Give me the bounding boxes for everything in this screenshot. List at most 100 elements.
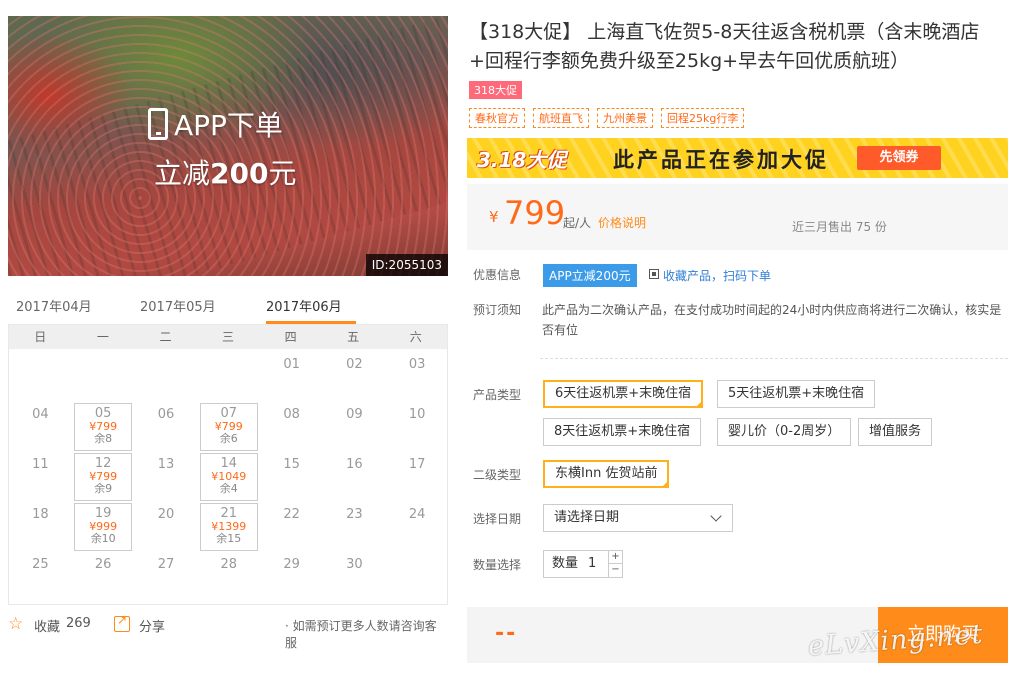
booking-notice: 此产品为二次确认产品，在支付成功时间起的24小时内供应商将进行二次确认，核实是否… <box>542 303 1002 337</box>
tab-month-april[interactable]: 2017年04月 <box>16 296 92 315</box>
calendar-day: 23 <box>325 503 383 551</box>
option-8day[interactable]: 8天往返机票+末晚住宿 <box>543 418 702 446</box>
day-remaining: 余4 <box>219 482 238 495</box>
quantity-stepper[interactable]: 数量 1 + − <box>543 550 623 578</box>
day-remaining: 余9 <box>94 482 113 495</box>
price-calendar: 日 一 二 三 四 五 六 01 02 03 04 05 ¥799 余8 06 07 ¥799 余6… <box>8 324 448 605</box>
option-hotel[interactable]: 东横Inn 佐贺站前 <box>543 460 670 488</box>
total-price: -- <box>495 621 518 646</box>
get-coupon-button[interactable]: 先领券 <box>857 146 941 170</box>
calendar-day: 26 <box>74 553 132 601</box>
sold-count: 近三月售出 75 份 <box>792 220 887 234</box>
day-number: 16 <box>346 457 363 472</box>
calendar-day: 01 <box>263 353 321 401</box>
calendar-day-available[interactable]: 05 ¥799 余8 <box>74 403 133 451</box>
quantity-value[interactable]: 1 <box>588 551 596 577</box>
tab-month-june[interactable]: 2017年06月 <box>266 296 342 315</box>
day-number: 12 <box>94 456 112 471</box>
day-number: 03 <box>408 357 426 372</box>
quantity-label: 数量选择 <box>473 558 522 572</box>
day-number: 29 <box>283 557 300 572</box>
product-tags: 春秋官方 航班直飞 九州美景 回程25kg行李 <box>469 108 745 128</box>
app-discount-banner: APP下单 立减200元 <box>148 104 296 192</box>
day-number: 15 <box>283 457 300 472</box>
day-number: 11 <box>32 457 49 472</box>
calendar-day: 22 <box>263 503 321 551</box>
product-id: ID:2055103 <box>365 254 448 276</box>
calendar-day: 17 <box>388 453 446 501</box>
banner-line1: APP下单 <box>174 109 283 142</box>
day-number: 28 <box>220 557 238 572</box>
weekday-wed: 三 <box>222 330 235 344</box>
day-number: 27 <box>157 557 175 572</box>
day-number: 26 <box>94 557 112 572</box>
option-6day[interactable]: 6天往返机票+末晚住宿 <box>543 380 704 408</box>
calendar-day-available[interactable]: 12 ¥799 余9 <box>74 453 133 501</box>
day-number: 05 <box>94 406 112 421</box>
calendar-grid: 01 02 03 04 05 ¥799 余8 06 07 ¥799 余6 08 09 10 11 12 ¥799… <box>9 349 447 605</box>
favorite-button[interactable]: 收藏 <box>34 616 60 635</box>
calendar-day-available[interactable]: 14 ¥1049 余4 <box>199 453 258 501</box>
quantity-plus-button[interactable]: + <box>608 551 622 564</box>
consult-note: · 如需预订更多人数请咨询客服 <box>285 619 437 650</box>
calendar-day: 09 <box>325 403 383 451</box>
day-remaining: 余10 <box>90 532 116 545</box>
calendar-day: 20 <box>137 503 195 551</box>
day-number: 13 <box>157 457 175 472</box>
calendar-day: 15 <box>263 453 321 501</box>
product-type-label: 产品类型 <box>473 388 522 402</box>
calendar-day: 10 <box>388 403 446 451</box>
day-number: 17 <box>408 457 426 472</box>
calendar-day-available[interactable]: 21 ¥1399 余15 <box>199 503 258 551</box>
quantity-minus-button[interactable]: − <box>608 564 622 577</box>
calendar-day: 29 <box>263 553 321 601</box>
weekday-sun: 日 <box>34 330 47 344</box>
day-number: 25 <box>32 557 49 572</box>
option-5day[interactable]: 5天往返机票+末晚住宿 <box>717 380 876 408</box>
price-value: 799 <box>504 194 566 232</box>
calendar-day: 27 <box>137 553 195 601</box>
phone-icon <box>148 108 168 140</box>
sub-type-label: 二级类型 <box>473 468 522 482</box>
day-number: 30 <box>346 557 363 572</box>
day-remaining: 余6 <box>219 432 238 445</box>
qr-code-icon[interactable] <box>649 269 659 279</box>
share-icon[interactable] <box>114 613 130 632</box>
day-remaining: 余15 <box>216 532 242 545</box>
weekday-sat: 六 <box>409 330 422 344</box>
month-tabs: 2017年04月 2017年05月 2017年06月 <box>8 290 448 324</box>
calendar-day: 13 <box>137 453 195 501</box>
option-infant[interactable]: 婴儿价（0-2周岁） <box>717 418 852 446</box>
share-button[interactable]: 分享 <box>139 616 165 635</box>
price-box: ¥ 799 起/人 价格说明 近三月售出 75 份 <box>467 184 1008 250</box>
weekday-fri: 五 <box>347 330 360 344</box>
app-offer-badge: APP立减200元 <box>543 264 637 287</box>
banner-amount: 200 <box>210 157 269 190</box>
day-number: 24 <box>408 507 426 522</box>
calendar-day: 02 <box>325 353 383 401</box>
day-number: 02 <box>346 357 363 372</box>
qr-order-link[interactable]: 收藏产品，扫码下单 <box>663 267 771 284</box>
tag-item: 回程25kg行李 <box>661 108 745 128</box>
quantity-field-label: 数量 <box>552 556 579 571</box>
section-divider <box>540 358 1008 359</box>
weekday-header: 日 一 二 三 四 五 六 <box>9 325 447 349</box>
price-note-link[interactable]: 价格说明 <box>598 214 646 231</box>
day-number: 01 <box>283 357 300 372</box>
banner-prefix: 立减 <box>154 157 211 190</box>
date-placeholder: 请选择日期 <box>554 510 620 525</box>
calendar-day: 08 <box>263 403 321 451</box>
offers-label: 优惠信息 <box>473 268 522 282</box>
day-number: 22 <box>283 507 300 522</box>
tab-month-may[interactable]: 2017年05月 <box>140 296 216 315</box>
day-number: 23 <box>346 507 363 522</box>
calendar-day: 03 <box>388 353 446 401</box>
calendar-day-available[interactable]: 07 ¥799 余6 <box>199 403 258 451</box>
weekday-thu: 四 <box>284 330 297 344</box>
tag-item: 航班直飞 <box>533 108 589 128</box>
date-select[interactable]: 请选择日期 <box>543 504 733 532</box>
calendar-day: 28 <box>200 553 258 601</box>
star-icon[interactable]: ☆ <box>8 614 23 634</box>
option-addon[interactable]: 增值服务 <box>858 418 933 446</box>
calendar-day-available[interactable]: 19 ¥999 余10 <box>74 503 133 551</box>
